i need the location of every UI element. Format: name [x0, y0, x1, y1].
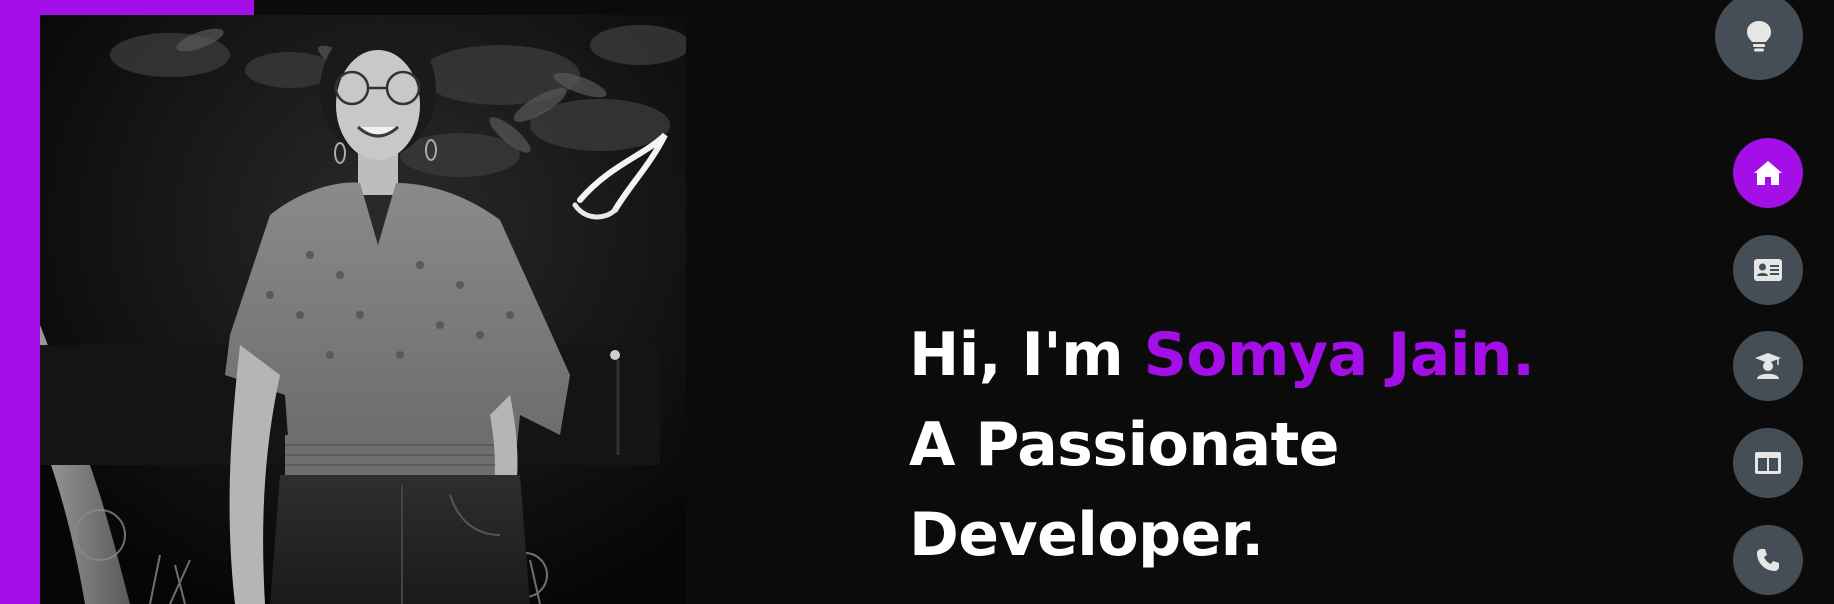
- nav-about-button[interactable]: [1733, 235, 1803, 305]
- lightbulb-icon: [1746, 20, 1772, 52]
- hero-headline: Hi, I'm Somya Jain. A Passionate Develop…: [909, 310, 1609, 580]
- hero-greeting: Hi, I'm: [909, 320, 1144, 390]
- graduate-icon: [1754, 352, 1782, 380]
- profile-photo: [40, 15, 686, 604]
- nav-education-button[interactable]: [1733, 331, 1803, 401]
- hero-line-2: A Passionate: [909, 410, 1339, 480]
- phone-icon: [1756, 548, 1780, 572]
- hero-line-1: Hi, I'm Somya Jain.: [909, 310, 1609, 400]
- nav-portfolio-button[interactable]: [1733, 428, 1803, 498]
- page: Hi, I'm Somya Jain. A Passionate Develop…: [0, 0, 1834, 604]
- home-icon: [1753, 160, 1783, 186]
- accent-bar-top: [0, 0, 254, 15]
- nav-contact-button[interactable]: [1733, 525, 1803, 595]
- portfolio-icon: [1755, 452, 1781, 474]
- id-card-icon: [1754, 259, 1782, 281]
- accent-bar-left: [0, 0, 40, 604]
- theme-toggle-button[interactable]: [1715, 0, 1803, 80]
- hero-line-3: Developer.: [909, 500, 1264, 570]
- nav-home-button[interactable]: [1733, 138, 1803, 208]
- hero-name: Somya Jain.: [1143, 320, 1535, 390]
